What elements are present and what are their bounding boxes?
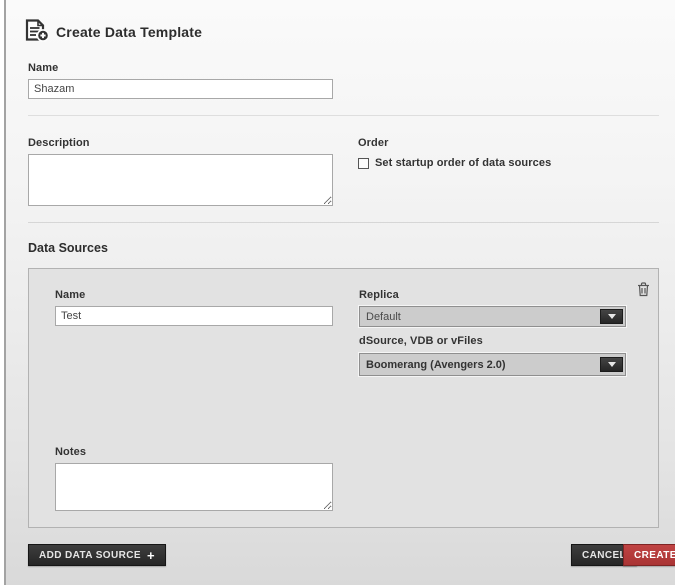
page-title: Create Data Template xyxy=(56,24,202,40)
ds-name-label: Name xyxy=(55,289,85,301)
dsource-selected-value: Boomerang (Avengers 2.0) xyxy=(360,359,625,371)
dsource-select[interactable]: Boomerang (Avengers 2.0) xyxy=(359,353,626,376)
create-data-template-dialog: Create Data Template Name Description Or… xyxy=(0,0,675,585)
ds-name-input[interactable] xyxy=(55,306,333,326)
notes-textarea[interactable] xyxy=(55,463,333,511)
chevron-down-icon xyxy=(608,362,616,367)
divider xyxy=(28,115,659,116)
replica-select[interactable]: Default xyxy=(359,306,626,327)
data-source-card: Name Replica Default dSource, VDB or vFi… xyxy=(28,268,659,528)
create-button[interactable]: CREATE xyxy=(623,544,675,566)
description-label: Description xyxy=(28,137,90,149)
replica-label: Replica xyxy=(359,289,399,301)
chevron-down-icon xyxy=(608,314,616,319)
plus-icon: + xyxy=(147,549,155,562)
document-plus-icon xyxy=(24,18,50,48)
add-data-source-button[interactable]: ADD DATA SOURCE + xyxy=(28,544,166,566)
add-data-source-label: ADD DATA SOURCE xyxy=(39,550,141,561)
replica-selected-value: Default xyxy=(360,311,625,323)
data-sources-heading: Data Sources xyxy=(28,241,108,255)
dialog-panel: Create Data Template Name Description Or… xyxy=(4,0,675,585)
divider xyxy=(28,222,659,223)
name-input[interactable] xyxy=(28,79,333,99)
replica-dropdown-button[interactable] xyxy=(600,309,623,324)
name-label: Name xyxy=(28,62,58,74)
notes-label: Notes xyxy=(55,446,86,458)
startup-order-checkbox[interactable] xyxy=(358,158,369,169)
dsource-dropdown-button[interactable] xyxy=(600,357,623,372)
description-textarea[interactable] xyxy=(28,154,333,206)
order-label: Order xyxy=(358,137,388,149)
trash-icon[interactable] xyxy=(637,282,650,302)
create-button-label: CREATE xyxy=(634,550,675,561)
dsource-label: dSource, VDB or vFiles xyxy=(359,335,483,347)
cancel-button-label: CANCEL xyxy=(582,550,626,561)
startup-order-checkbox-label: Set startup order of data sources xyxy=(375,157,551,169)
